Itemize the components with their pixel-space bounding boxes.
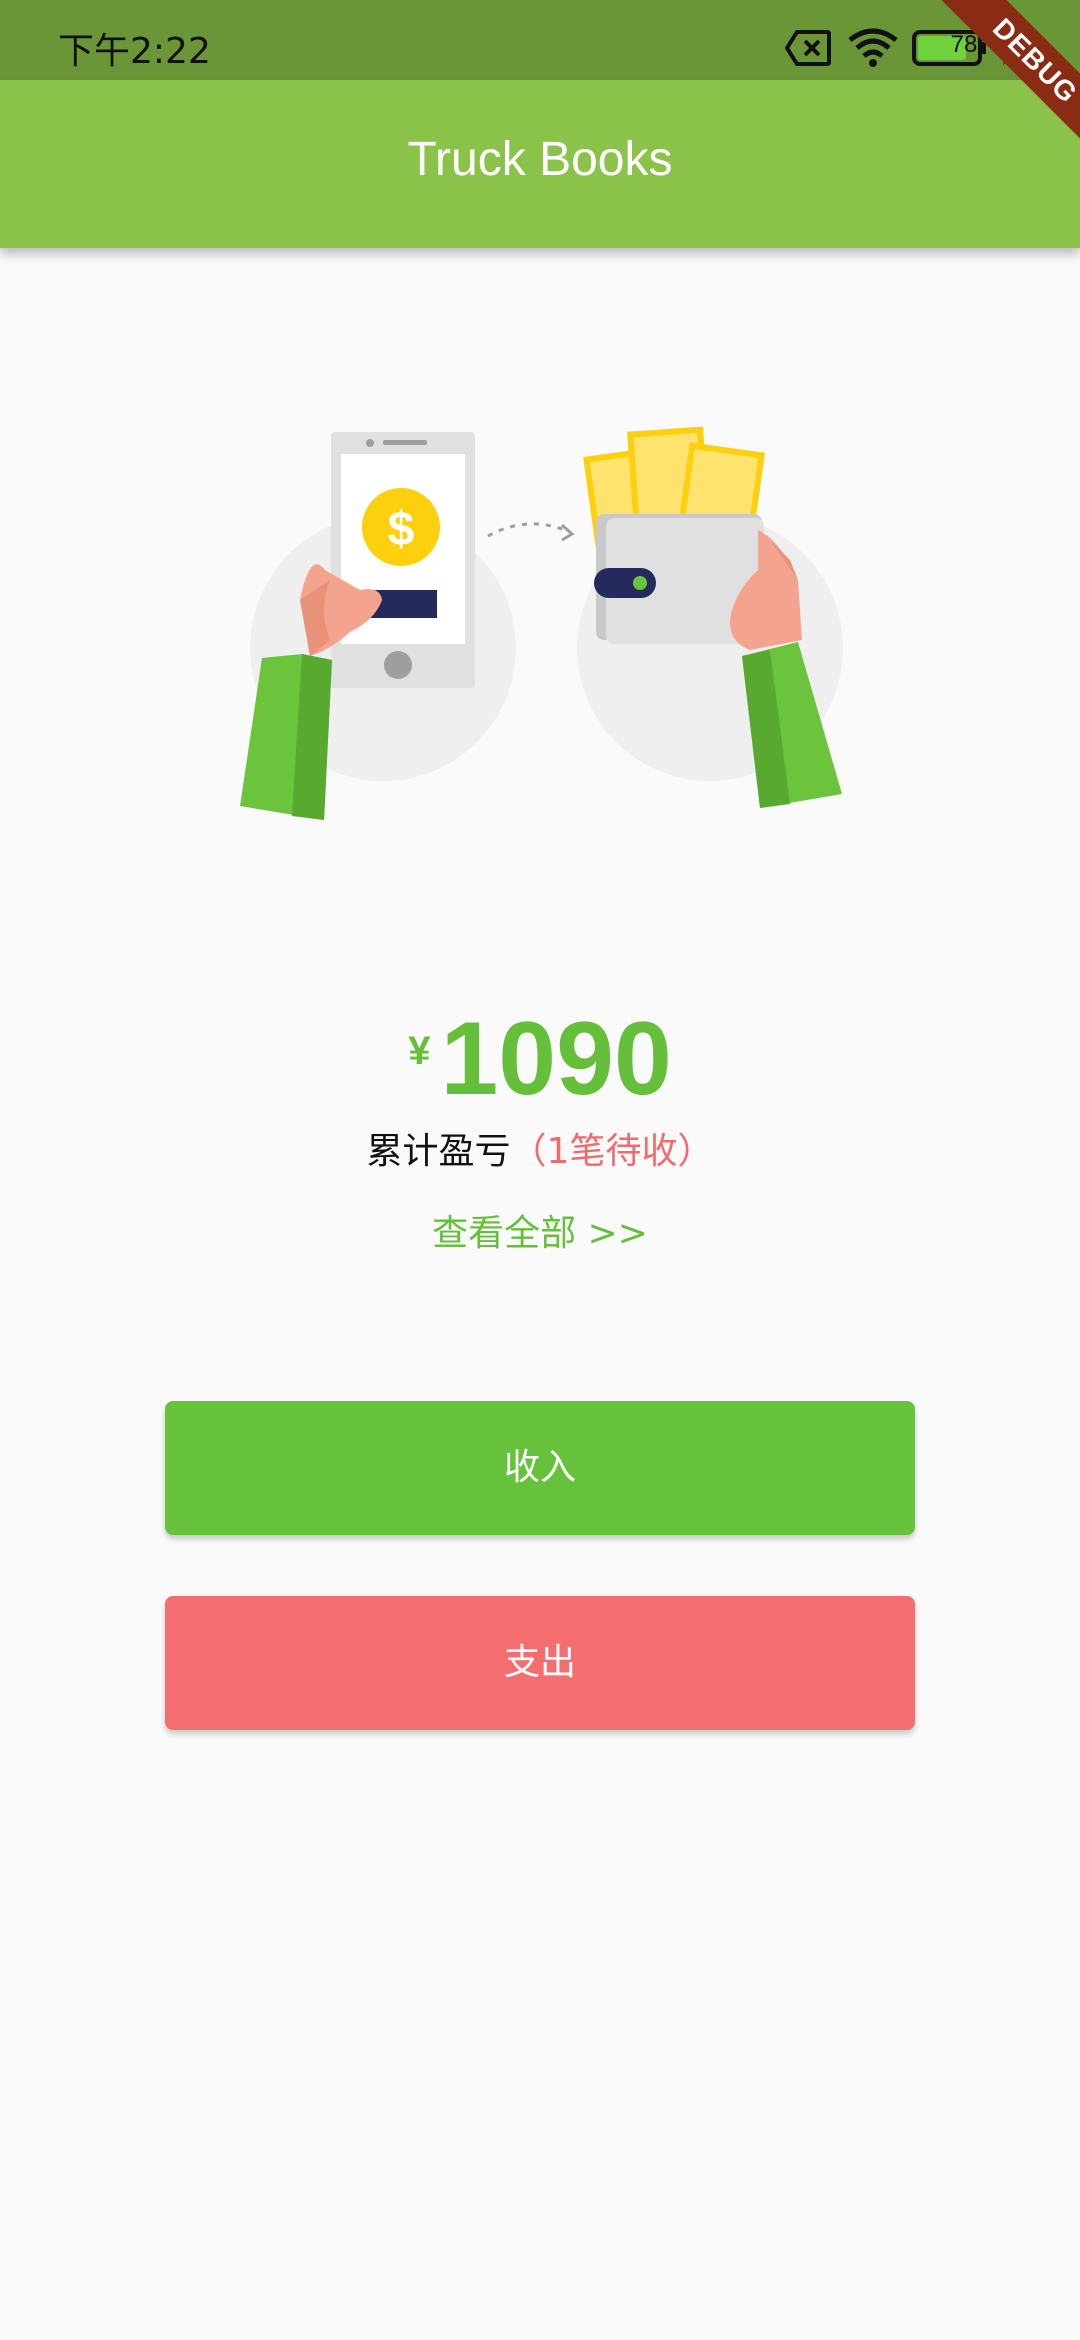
svg-text:$: $ xyxy=(388,503,415,556)
expense-button[interactable]: 支出 xyxy=(165,1596,915,1730)
payment-illustration: $ xyxy=(240,426,843,820)
balance-amount: 1090 xyxy=(440,1001,672,1117)
income-button[interactable]: 收入 xyxy=(165,1401,915,1535)
view-all-link[interactable]: 查看全部 >> xyxy=(0,1204,1080,1256)
app-title: Truck Books xyxy=(407,133,673,186)
wifi-icon xyxy=(848,28,898,67)
cumulative-profit-label: 累计盈亏 xyxy=(366,1131,511,1172)
pending-note: （1笔待收） xyxy=(510,1131,714,1172)
status-time: 下午2:22 xyxy=(58,31,211,72)
sim-error-icon xyxy=(785,30,831,66)
app-bar: Truck Books xyxy=(0,80,1080,248)
balance-summary: 累计盈亏（1笔待收） xyxy=(0,1122,1080,1174)
currency-symbol: ¥ xyxy=(408,1029,431,1073)
status-bar: 下午2:22 78 xyxy=(0,0,1080,80)
balance-display: ¥1090 xyxy=(0,1000,1080,1120)
